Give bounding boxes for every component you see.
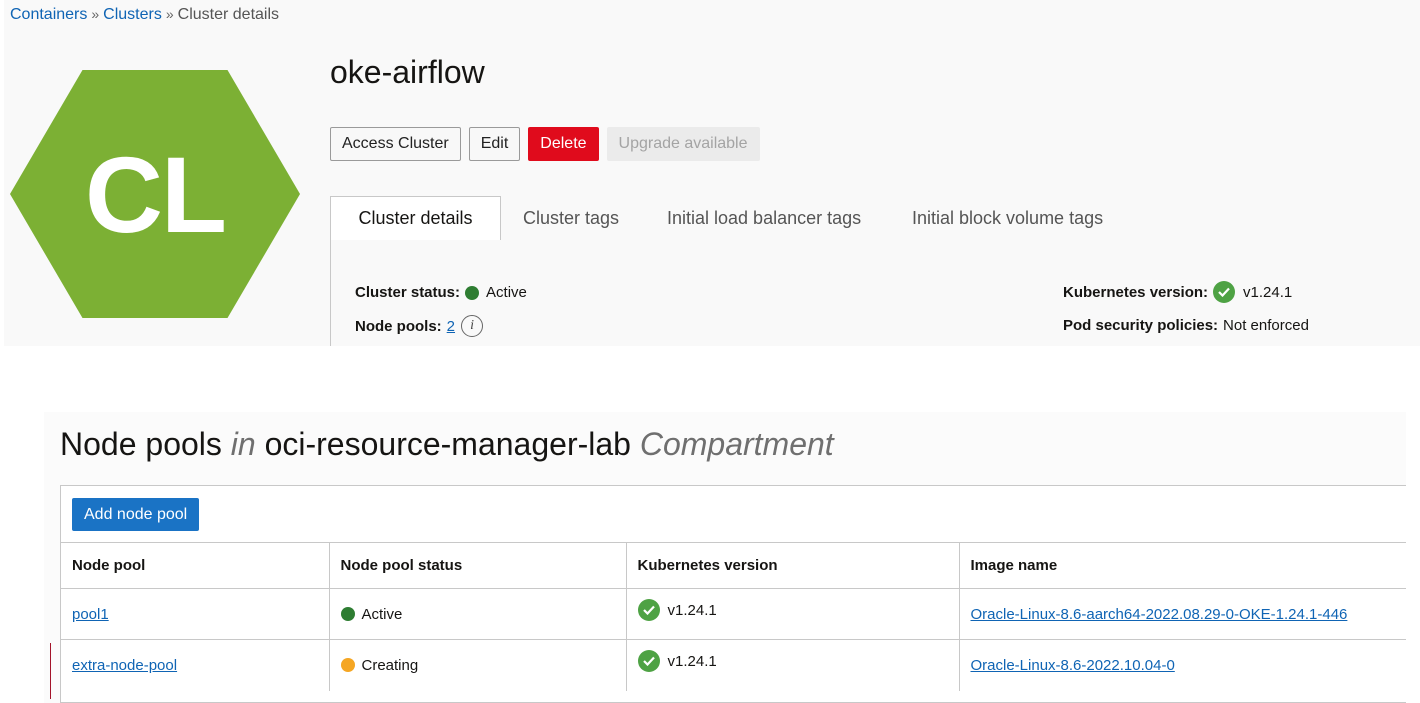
upgrade-available-button: Upgrade available <box>606 127 760 161</box>
node-pools-heading-in: in <box>230 426 256 462</box>
node-pools-heading-suffix: Compartment <box>639 426 834 462</box>
pod-security-policies-label: Pod security policies: <box>1063 317 1219 334</box>
breadcrumb-current: Cluster details <box>177 6 280 23</box>
image-name-link[interactable]: Oracle-Linux-8.6-2022.10.04-0 <box>971 657 1175 674</box>
tab-initial-block-volume-tags[interactable]: Initial block volume tags <box>912 196 1103 241</box>
creating-status-icon <box>340 658 355 673</box>
kubernetes-version-value: v1.24.1 <box>1243 283 1293 301</box>
node-pools-count-link[interactable]: 2 <box>447 318 455 335</box>
node-pool-link[interactable]: pool1 <box>72 606 109 623</box>
breadcrumb: Containers» Clusters» Cluster details <box>10 6 279 24</box>
kubernetes-version-label: Kubernetes version: <box>1063 283 1209 301</box>
node-pool-status: Active <box>340 605 615 623</box>
cluster-status-value: Active <box>486 284 527 301</box>
node-pools-table-container: Add node pool Node pool Node pool status… <box>60 485 1406 703</box>
delete-button[interactable]: Delete <box>528 127 599 161</box>
tab-initial-load-balancer-tags[interactable]: Initial load balancer tags <box>667 196 861 241</box>
active-status-icon <box>340 607 355 621</box>
pod-security-policies-value: Not enforced <box>1223 317 1309 334</box>
compartment-name: oci-resource-manager-lab <box>264 426 631 462</box>
cluster-status-label: Cluster status: <box>355 284 461 301</box>
cluster-actions: Access Cluster Edit Delete Upgrade avail… <box>330 127 760 161</box>
access-cluster-button[interactable]: Access Cluster <box>330 127 461 161</box>
node-pool-version-text: v1.24.1 <box>667 652 717 670</box>
node-pools-heading: Node pools in oci-resource-manager-lab C… <box>60 426 834 463</box>
breadcrumb-clusters[interactable]: Clusters <box>103 6 162 23</box>
node-pool-link[interactable]: extra-node-pool <box>72 657 177 674</box>
node-pool-status-text: Creating <box>361 656 419 674</box>
cluster-hexagon-badge: CL <box>10 70 300 318</box>
info-icon[interactable]: i <box>461 315 484 337</box>
table-header-row: Node pool Node pool status Kubernetes ve… <box>61 542 1406 589</box>
hex-badge-text: CL <box>85 133 227 255</box>
node-pool-status: Creating <box>340 656 615 674</box>
kubernetes-version: Kubernetes version: v1.24.1 <box>1063 281 1292 303</box>
node-pool-status-text: Active <box>361 605 403 623</box>
node-pools-label: Node pools: <box>355 317 442 335</box>
table-row: extra-node-pool Creating v1.24.1 Oracle-… <box>61 639 1406 691</box>
tab-cluster-details[interactable]: Cluster details <box>330 196 501 241</box>
breadcrumb-containers[interactable]: Containers <box>10 6 87 23</box>
column-header-image-name[interactable]: Image name <box>958 542 1406 589</box>
node-pool-version: v1.24.1 <box>637 650 948 673</box>
breadcrumb-separator: » <box>165 6 174 22</box>
check-icon <box>637 599 660 621</box>
cluster-header-panel: Containers» Clusters» Cluster details CL o… <box>4 0 1420 346</box>
cluster-status: Cluster status: Active <box>355 284 527 301</box>
table-row: pool1 Active v1.24.1 Oracle-Linux-8.6-aa… <box>61 588 1406 640</box>
breadcrumb-separator: » <box>91 6 100 22</box>
check-icon <box>1213 281 1236 303</box>
add-node-pool-button[interactable]: Add node pool <box>72 498 200 531</box>
column-header-kubernetes-version[interactable]: Kubernetes version <box>625 542 959 589</box>
check-icon <box>637 650 660 673</box>
node-pool-version: v1.24.1 <box>637 599 948 621</box>
tab-cluster-tags[interactable]: Cluster tags <box>523 196 619 241</box>
node-pool-version-text: v1.24.1 <box>667 601 717 619</box>
node-pools-count: Node pools: 2 i <box>355 315 484 337</box>
page-title: oke-airflow <box>330 54 485 90</box>
column-header-node-pool-status[interactable]: Node pool status <box>328 542 626 589</box>
row-marker <box>50 643 51 699</box>
image-name-link[interactable]: Oracle-Linux-8.6-aarch64-2022.08.29-0-OK… <box>971 606 1348 623</box>
edit-button[interactable]: Edit <box>468 127 521 161</box>
pod-security-policies: Pod security policies: Not enforced <box>1063 317 1309 334</box>
column-header-node-pool[interactable]: Node pool <box>61 542 329 589</box>
node-pools-table: Node pool Node pool status Kubernetes ve… <box>61 542 1406 691</box>
active-status-icon <box>465 285 480 300</box>
node-pools-heading-prefix: Node pools <box>60 426 222 462</box>
cluster-details-content: Cluster status: Active Node pools: 2 i K… <box>330 240 1420 346</box>
